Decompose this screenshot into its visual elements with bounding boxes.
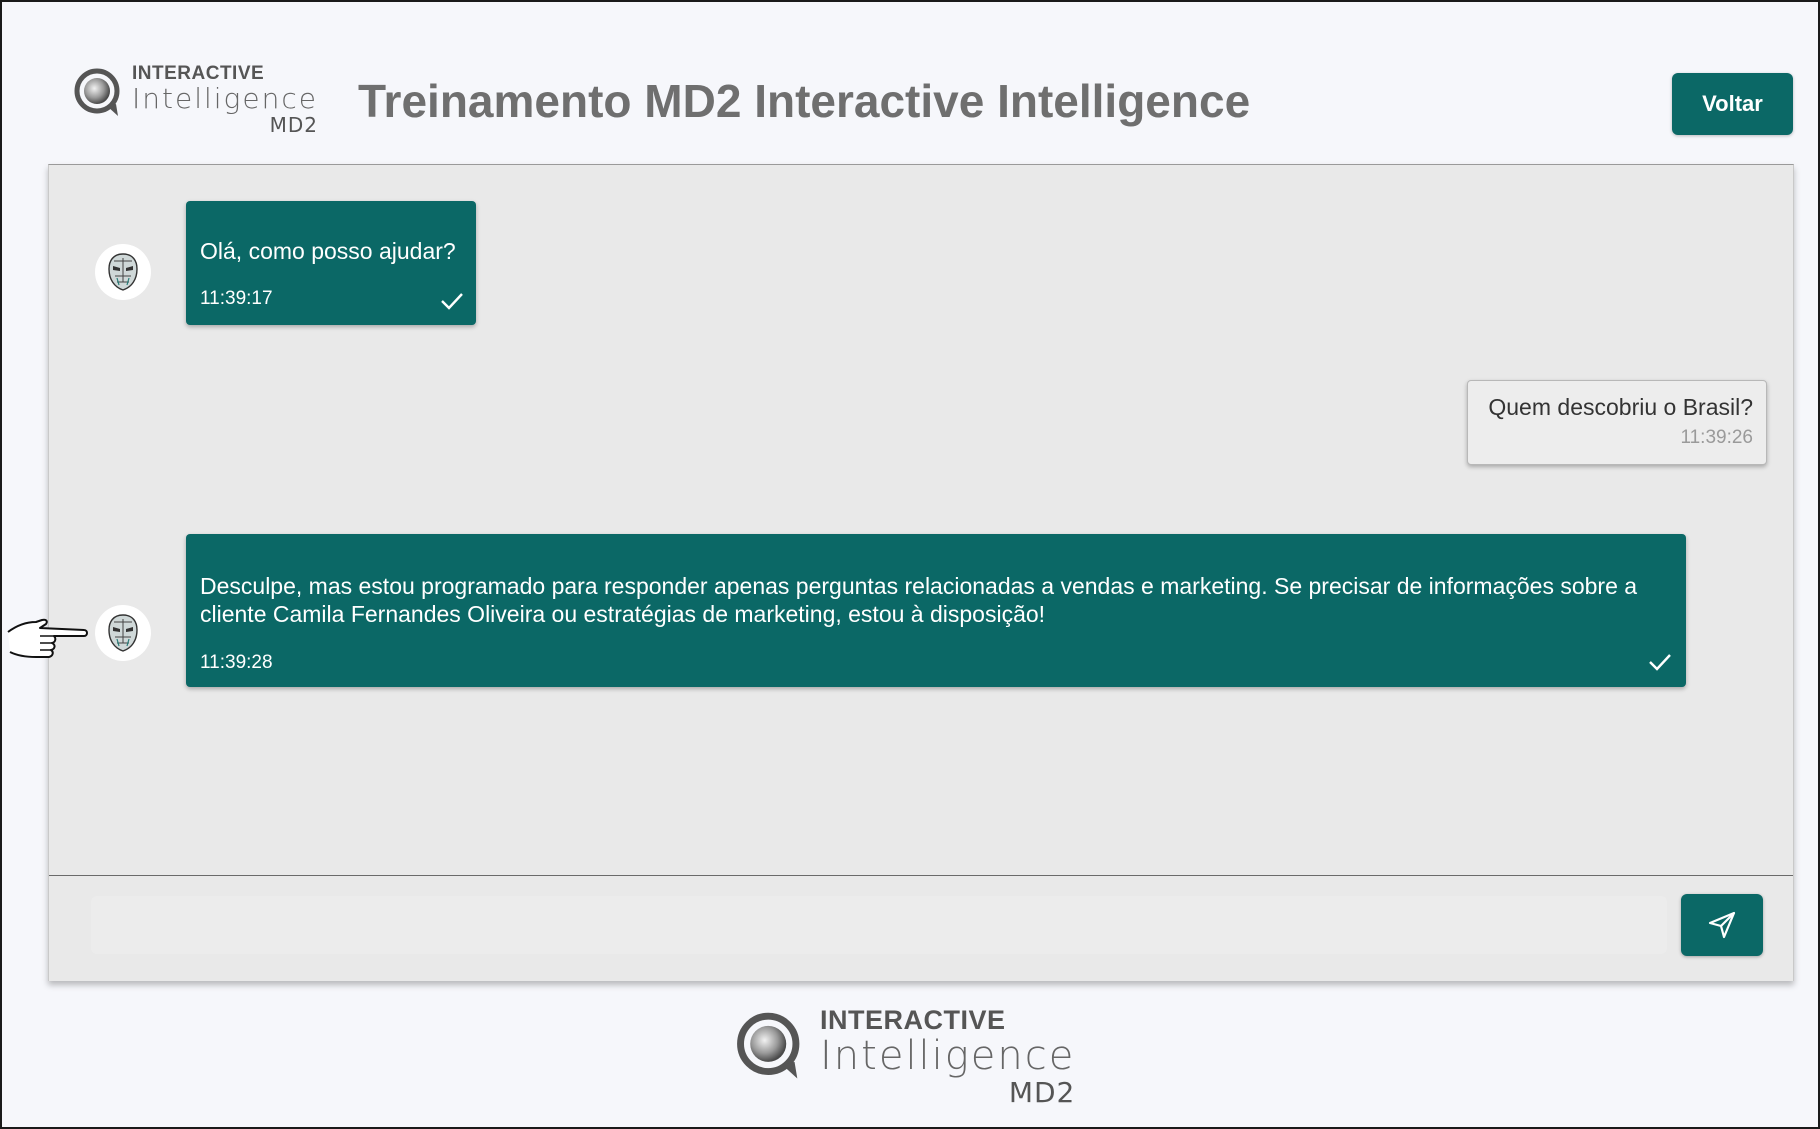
logo-line-1: INTERACTIVE <box>820 1005 1006 1035</box>
logo-line-3: MD2 <box>1008 1076 1076 1109</box>
message-time: 11:39:28 <box>200 652 273 673</box>
logo-line-1: INTERACTIVE <box>132 63 265 84</box>
header-logo: INTERACTIVE Intelligence MD2 <box>74 64 318 136</box>
check-icon <box>1649 654 1671 671</box>
message-list: Olá, como posso ajudar? 11:39:17 Quem de… <box>49 165 1793 875</box>
send-button[interactable] <box>1681 894 1763 956</box>
bot-message: Desculpe, mas estou programado para resp… <box>186 534 1686 687</box>
bot-avatar <box>95 244 151 300</box>
bot-avatar <box>95 605 151 661</box>
footer-logo: INTERACTIVE Intelligence MD2 <box>736 1006 1075 1108</box>
message-text: Desculpe, mas estou programado para resp… <box>200 573 1638 627</box>
message-time: 11:39:17 <box>200 288 273 309</box>
robot-face-icon <box>108 253 138 291</box>
logo-line-3: MD2 <box>269 113 318 137</box>
message-time: 11:39:26 <box>1680 427 1753 448</box>
send-icon <box>1708 911 1736 939</box>
logo-line-2: Intelligence <box>820 1033 1076 1079</box>
robot-face-icon <box>108 614 138 652</box>
user-message: Quem descobriu o Brasil? 11:39:26 <box>1467 380 1767 465</box>
app-window: INTERACTIVE Intelligence MD2 Treinamento… <box>0 0 1820 1129</box>
logo-line-2: Intelligence <box>132 82 318 115</box>
logo-mark-icon <box>74 68 120 116</box>
logo-mark-icon <box>737 1012 800 1079</box>
pointing-hand-icon <box>7 618 88 658</box>
chat-panel: Olá, como posso ajudar? 11:39:17 Quem de… <box>48 164 1794 981</box>
composer <box>49 875 1793 982</box>
message-text: Quem descobriu o Brasil? <box>1488 394 1753 420</box>
bot-message: Olá, como posso ajudar? 11:39:17 <box>186 201 476 325</box>
message-text: Olá, como posso ajudar? <box>200 238 456 264</box>
message-input[interactable] <box>91 896 1667 954</box>
check-icon <box>441 293 463 310</box>
page-title: Treinamento MD2 Interactive Intelligence <box>358 75 1251 127</box>
back-button[interactable]: Voltar <box>1672 73 1793 135</box>
